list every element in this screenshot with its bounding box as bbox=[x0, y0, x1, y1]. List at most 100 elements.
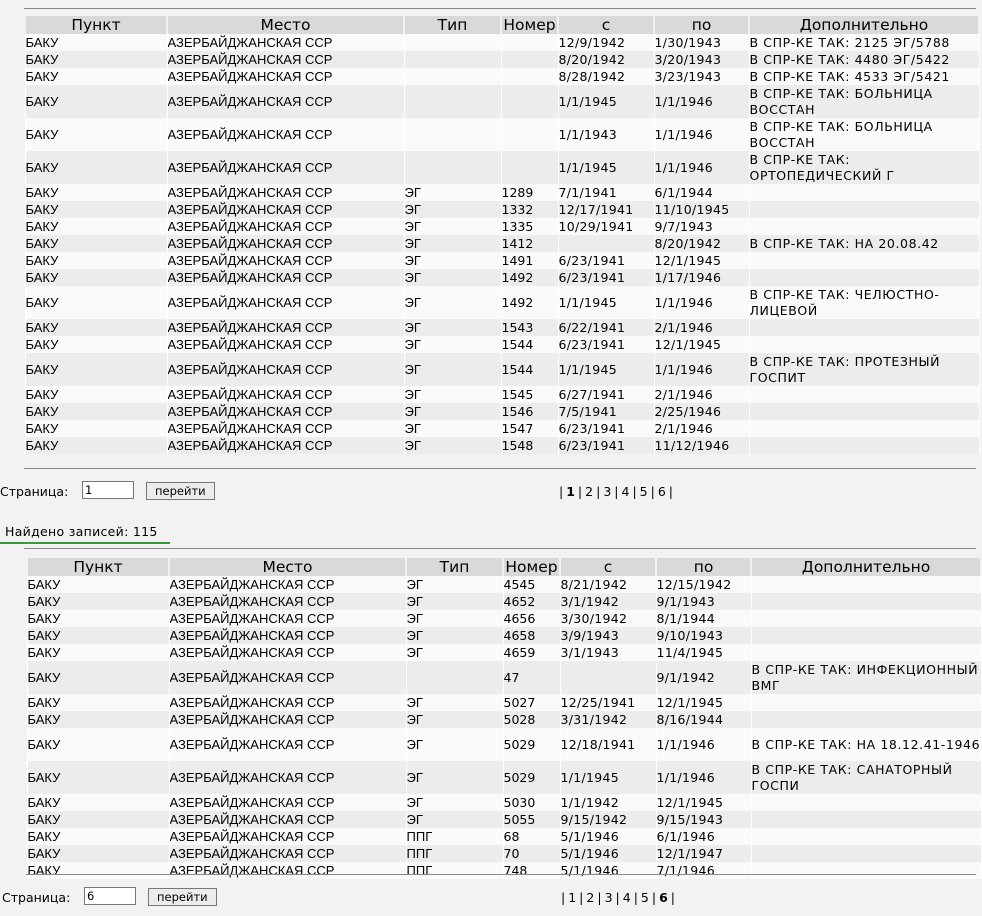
cell-to: 2/1/1946 bbox=[653, 386, 750, 403]
cell-tip: ЭГ bbox=[403, 353, 502, 386]
cell-nomer bbox=[500, 151, 559, 184]
page-separator: | bbox=[650, 484, 655, 499]
cell-nomer: 1546 bbox=[500, 403, 559, 420]
cell-mesto: АЗЕРБАЙДЖАНСКАЯ ССР bbox=[166, 51, 405, 68]
page-link-5[interactable]: 5 bbox=[641, 890, 649, 905]
cell-extra bbox=[750, 828, 982, 845]
table-row: БАКУ АЗЕРБАЙДЖАНСКАЯ ССР ЭГ 1545 6/27/1941 2/… bbox=[24, 386, 980, 403]
cell-tip: ЭГ bbox=[405, 627, 504, 644]
cell-extra: В СПР-КЕ ТАК: БОЛЬНИЦА ВОССТАН bbox=[748, 118, 980, 151]
page-separator: | bbox=[561, 890, 566, 905]
results-table-2: Пункт Место Тип Номер с по Дополнительно… bbox=[26, 558, 982, 879]
col-header-nomer[interactable]: Номер bbox=[500, 16, 559, 34]
cell-to: 1/17/1946 bbox=[653, 269, 750, 286]
page-link-4[interactable]: 4 bbox=[621, 484, 629, 499]
cell-mesto: АЗЕРБАЙДЖАНСКАЯ ССР bbox=[168, 711, 407, 728]
page-link-6[interactable]: 6 bbox=[658, 484, 666, 499]
cell-nomer: 5029 bbox=[502, 728, 561, 761]
cell-tip bbox=[403, 68, 502, 85]
go-button[interactable]: перейти bbox=[148, 888, 217, 906]
col-header-from[interactable]: с bbox=[559, 558, 657, 576]
page-link-5[interactable]: 5 bbox=[640, 484, 648, 499]
page-link-3[interactable]: 3 bbox=[605, 890, 613, 905]
page-label: Страница: bbox=[0, 484, 69, 499]
cell-punkt: БАКУ bbox=[26, 761, 170, 794]
cell-punkt: БАКУ bbox=[26, 610, 170, 627]
table-row: БАКУ АЗЕРБАЙДЖАНСКАЯ ССР ЭГ 1546 7/5/1941 2/2… bbox=[24, 403, 980, 420]
cell-punkt: БАКУ bbox=[26, 576, 170, 593]
cell-tip: ЭГ bbox=[405, 728, 504, 761]
cell-tip: ЭГ bbox=[403, 286, 502, 319]
col-header-to[interactable]: по bbox=[653, 16, 750, 34]
page-number-input[interactable] bbox=[82, 481, 134, 499]
cell-mesto: АЗЕРБАЙДЖАНСКАЯ ССР bbox=[166, 420, 405, 437]
page-link-4[interactable]: 4 bbox=[623, 890, 631, 905]
col-header-tip[interactable]: Тип bbox=[403, 16, 502, 34]
col-header-to[interactable]: по bbox=[655, 558, 752, 576]
cell-to: 1/1/1946 bbox=[653, 286, 750, 319]
cell-tip bbox=[403, 151, 502, 184]
cell-nomer: 5029 bbox=[502, 761, 561, 794]
cell-extra bbox=[748, 269, 980, 286]
page-link-1[interactable]: 1 bbox=[566, 484, 575, 499]
cell-to: 9/1/1942 bbox=[655, 661, 752, 694]
col-header-punkt[interactable]: Пункт bbox=[26, 558, 170, 576]
table-row: БАКУ АЗЕРБАЙДЖАНСКАЯ ССР ЭГ 5030 1/1/1942 12/… bbox=[26, 794, 982, 811]
cell-from: 3/9/1943 bbox=[559, 627, 657, 644]
col-header-tip[interactable]: Тип bbox=[405, 558, 504, 576]
cell-punkt: БАКУ bbox=[24, 286, 168, 319]
cell-from: 8/28/1942 bbox=[557, 68, 655, 85]
col-header-punkt[interactable]: Пункт bbox=[24, 16, 168, 34]
cell-mesto: АЗЕРБАЙДЖАНСКАЯ ССР bbox=[166, 336, 405, 353]
cell-extra bbox=[750, 811, 982, 828]
cell-from: 1/1/1945 bbox=[559, 761, 657, 794]
page-separator: | bbox=[633, 890, 638, 905]
cell-to: 2/1/1946 bbox=[653, 319, 750, 336]
page-link-2[interactable]: 2 bbox=[585, 484, 593, 499]
go-button[interactable]: перейти bbox=[146, 482, 215, 500]
table-row: БАКУ АЗЕРБАЙДЖАНСКАЯ ССР 47 9/1/1942 В СПР-К… bbox=[26, 661, 982, 694]
cell-nomer: 4652 bbox=[502, 593, 561, 610]
col-header-extra[interactable]: Дополнительно bbox=[750, 558, 982, 576]
page-link-3[interactable]: 3 bbox=[603, 484, 611, 499]
page-link-1[interactable]: 1 bbox=[568, 890, 576, 905]
table-row: БАКУ АЗЕРБАЙДЖАНСКАЯ ССР ППГ 70 5/1/1946 12/1… bbox=[26, 845, 982, 862]
cell-tip: ЭГ bbox=[403, 269, 502, 286]
cell-nomer: 748 bbox=[502, 862, 561, 879]
cell-mesto: АЗЕРБАЙДЖАНСКАЯ ССР bbox=[168, 811, 407, 828]
cell-from: 12/25/1941 bbox=[559, 694, 657, 711]
cell-extra bbox=[750, 644, 982, 661]
page-link-6[interactable]: 6 bbox=[659, 890, 668, 905]
cell-mesto: АЗЕРБАЙДЖАНСКАЯ ССР bbox=[166, 269, 405, 286]
cell-extra bbox=[748, 218, 980, 235]
cell-nomer: 1335 bbox=[500, 218, 559, 235]
col-header-mesto[interactable]: Место bbox=[166, 16, 405, 34]
cell-from: 7/5/1941 bbox=[557, 403, 655, 420]
col-header-extra[interactable]: Дополнительно bbox=[748, 16, 980, 34]
page-label: Страница: bbox=[2, 890, 71, 905]
table-row: БАКУ АЗЕРБАЙДЖАНСКАЯ ССР ЭГ 1335 10/29/1941 9… bbox=[24, 218, 980, 235]
cell-from bbox=[559, 661, 657, 694]
table-2-top-divider bbox=[24, 548, 976, 549]
cell-nomer: 1544 bbox=[500, 353, 559, 386]
cell-tip: ЭГ bbox=[403, 403, 502, 420]
page-separator: | bbox=[670, 890, 675, 905]
col-header-nomer[interactable]: Номер bbox=[502, 558, 561, 576]
page-number-input[interactable] bbox=[84, 887, 136, 905]
cell-extra: В СПР-КЕ ТАК: НА 18.12.41-1946 bbox=[750, 728, 982, 761]
cell-from: 9/15/1942 bbox=[559, 811, 657, 828]
cell-extra: В СПР-КЕ ТАК: ПРОТЕЗНЫЙ ГОСПИТ bbox=[748, 353, 980, 386]
cell-extra bbox=[748, 437, 980, 454]
cell-mesto: АЗЕРБАЙДЖАНСКАЯ ССР bbox=[168, 610, 407, 627]
cell-mesto: АЗЕРБАЙДЖАНСКАЯ ССР bbox=[168, 794, 407, 811]
cell-nomer: 1332 bbox=[500, 201, 559, 218]
col-header-from[interactable]: с bbox=[557, 16, 655, 34]
cell-from: 6/27/1941 bbox=[557, 386, 655, 403]
cell-to: 1/1/1946 bbox=[653, 85, 750, 118]
page-separator: | bbox=[577, 484, 583, 499]
cell-to: 8/20/1942 bbox=[653, 235, 750, 252]
col-header-mesto[interactable]: Место bbox=[168, 558, 407, 576]
cell-nomer: 1412 bbox=[500, 235, 559, 252]
page-link-2[interactable]: 2 bbox=[586, 890, 594, 905]
cell-nomer: 1492 bbox=[500, 269, 559, 286]
